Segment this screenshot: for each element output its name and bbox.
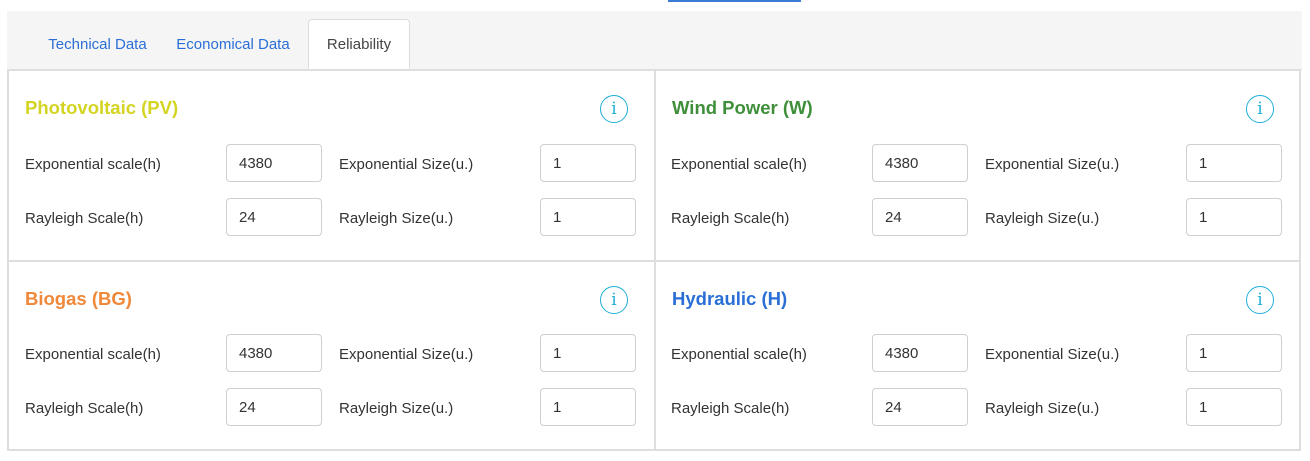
tab-economical-data[interactable]: Economical Data bbox=[163, 19, 303, 69]
info-icon[interactable]: i bbox=[600, 286, 628, 314]
tab-reliability[interactable]: Reliability bbox=[308, 19, 410, 69]
ray-size-label: Rayleigh Size(u.) bbox=[339, 400, 454, 417]
ray-scale-label: Rayleigh Scale(h) bbox=[671, 400, 790, 417]
exp-scale-label: Exponential scale(h) bbox=[25, 346, 161, 363]
ray-size-label: Rayleigh Size(u.) bbox=[985, 400, 1100, 417]
ray-scale-input[interactable] bbox=[226, 198, 322, 236]
exp-scale-input[interactable] bbox=[872, 334, 968, 372]
ray-size-input[interactable] bbox=[1186, 198, 1282, 236]
tab-technical-data[interactable]: Technical Data bbox=[25, 19, 170, 69]
exp-size-label: Exponential Size(u.) bbox=[339, 156, 474, 173]
exp-scale-label: Exponential scale(h) bbox=[25, 156, 161, 173]
exp-size-input[interactable] bbox=[1186, 334, 1282, 372]
ray-scale-label: Rayleigh Scale(h) bbox=[671, 210, 790, 227]
panel-biogas: Biogas (BG) i Exponential scale(h) Expon… bbox=[9, 262, 654, 451]
exp-size-label: Exponential Size(u.) bbox=[985, 346, 1120, 363]
exp-size-input[interactable] bbox=[1186, 144, 1282, 182]
info-icon[interactable]: i bbox=[1246, 95, 1274, 123]
ray-size-input[interactable] bbox=[1186, 388, 1282, 426]
ray-size-input[interactable] bbox=[540, 198, 636, 236]
exp-size-label: Exponential Size(u.) bbox=[339, 346, 474, 363]
tab-bar: Technical Data Economical Data Reliabili… bbox=[7, 11, 1302, 70]
ray-scale-input[interactable] bbox=[226, 388, 322, 426]
panel-photovoltaic: Photovoltaic (PV) i Exponential scale(h)… bbox=[9, 71, 654, 260]
info-icon[interactable]: i bbox=[600, 95, 628, 123]
exp-scale-input[interactable] bbox=[226, 334, 322, 372]
panel-title: Hydraulic (H) bbox=[672, 288, 788, 309]
exp-scale-label: Exponential scale(h) bbox=[671, 156, 807, 173]
panel-title: Biogas (BG) bbox=[25, 288, 132, 309]
panel-hydraulic: Hydraulic (H) i Exponential scale(h) Exp… bbox=[656, 262, 1301, 451]
exp-size-input[interactable] bbox=[540, 334, 636, 372]
panel-wind-power: Wind Power (W) i Exponential scale(h) Ex… bbox=[656, 71, 1301, 260]
ray-scale-label: Rayleigh Scale(h) bbox=[25, 400, 144, 417]
ray-scale-label: Rayleigh Scale(h) bbox=[25, 210, 144, 227]
ray-scale-input[interactable] bbox=[872, 198, 968, 236]
reliability-grid: Photovoltaic (PV) i Exponential scale(h)… bbox=[7, 69, 1301, 451]
exp-size-input[interactable] bbox=[540, 144, 636, 182]
panel-title: Wind Power (W) bbox=[672, 97, 813, 118]
exp-scale-input[interactable] bbox=[226, 144, 322, 182]
info-icon[interactable]: i bbox=[1246, 286, 1274, 314]
top-accent-bar bbox=[668, 0, 801, 2]
panel-title: Photovoltaic (PV) bbox=[25, 97, 179, 118]
ray-size-label: Rayleigh Size(u.) bbox=[985, 210, 1100, 227]
exp-scale-label: Exponential scale(h) bbox=[671, 346, 807, 363]
exp-size-label: Exponential Size(u.) bbox=[985, 156, 1120, 173]
ray-scale-input[interactable] bbox=[872, 388, 968, 426]
ray-size-input[interactable] bbox=[540, 388, 636, 426]
ray-size-label: Rayleigh Size(u.) bbox=[339, 210, 454, 227]
exp-scale-input[interactable] bbox=[872, 144, 968, 182]
